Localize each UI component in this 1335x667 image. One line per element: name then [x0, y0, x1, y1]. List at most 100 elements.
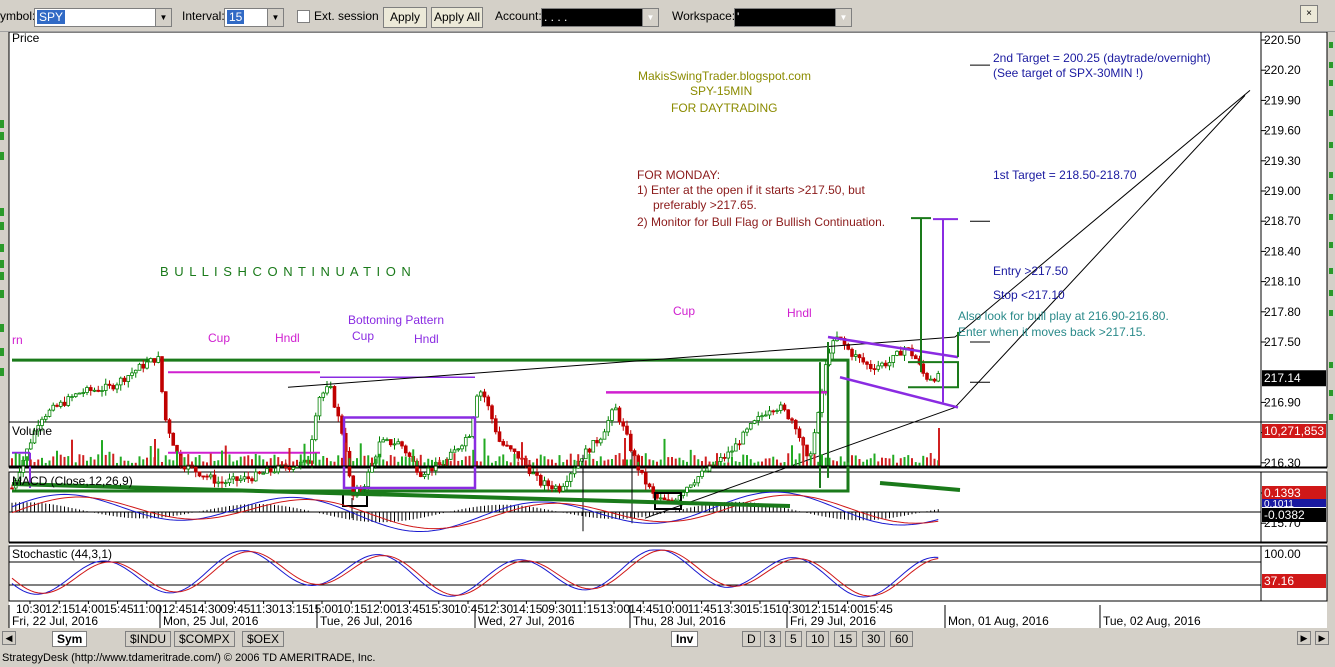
right-marker: [1329, 290, 1333, 296]
candle-body: [126, 375, 131, 382]
volume-panel-title: Volume: [12, 424, 52, 438]
tab-indu[interactable]: $INDU: [125, 631, 172, 647]
volume-bar: [573, 459, 576, 466]
scroll-right-icon[interactable]: ▶: [1297, 631, 1311, 645]
tab-sym[interactable]: Sym: [52, 631, 88, 647]
volume-bar: [704, 456, 707, 466]
volume-bar: [622, 459, 625, 466]
volume-bar: [461, 460, 463, 466]
volume-value-label: 10,271,853: [1264, 424, 1324, 438]
volume-bar: [22, 456, 25, 466]
apply-all-button[interactable]: Apply All: [431, 7, 483, 28]
handle1-label: Hndl: [275, 331, 300, 345]
account-select[interactable]: . . . . ▼: [541, 8, 659, 27]
right-scrollbar[interactable]: [1327, 32, 1335, 628]
chevron-down-icon[interactable]: ▼: [835, 9, 851, 26]
volume-bar: [74, 462, 77, 466]
volume-bar: [644, 453, 647, 466]
candle-body: [310, 439, 314, 464]
tab-30[interactable]: 30: [862, 631, 886, 647]
blog-text: MakisSwingTrader.blogspot.com: [638, 69, 811, 83]
candle-body: [10, 487, 14, 490]
candle-body: [430, 467, 434, 472]
volume-bar: [123, 460, 126, 466]
candle-body: [790, 418, 794, 421]
volume-bar: [37, 459, 40, 466]
tab-compx[interactable]: $COMPX: [174, 631, 235, 647]
tab-10[interactable]: 10: [806, 631, 830, 647]
candle-body: [891, 354, 896, 363]
tab-15[interactable]: 15: [834, 631, 858, 647]
candle-body: [516, 451, 521, 459]
interval-select[interactable]: 15 ▼: [224, 8, 284, 27]
tab-inv[interactable]: Inv: [671, 631, 699, 647]
tab-5[interactable]: 5: [785, 631, 802, 647]
volume-bar: [824, 457, 827, 466]
ext-session-checkbox[interactable]: [297, 10, 310, 23]
volume-bar: [464, 456, 467, 466]
time-tick-label: 13:15: [279, 602, 309, 616]
candle-body: [122, 377, 127, 382]
right-marker: [1329, 310, 1333, 316]
candle-body: [227, 478, 232, 484]
candle-body: [778, 404, 783, 411]
scroll-end-icon[interactable]: ▶: [1315, 631, 1329, 645]
chevron-down-icon[interactable]: ▼: [267, 9, 283, 26]
candle-body: [895, 350, 899, 356]
workspace-select[interactable]: ' ▼: [734, 8, 852, 27]
candle-body: [62, 401, 67, 406]
last-price-label: 217.14: [1264, 371, 1301, 385]
gutter-marker: [0, 272, 4, 280]
candle-body: [898, 350, 903, 356]
chart-svg[interactable]: 220.50 220.20 219.90 219.60 219.30 219.00 218.…: [0, 32, 1335, 628]
stoch-panel[interactable]: [8, 545, 1262, 602]
chevron-down-icon[interactable]: ▼: [642, 9, 658, 26]
candle-body: [242, 476, 247, 480]
account-label: Account:: [495, 9, 542, 23]
volume-bar: [56, 450, 58, 466]
chart-area[interactable]: 220.50 220.20 219.90 219.60 219.30 219.00 218.…: [0, 32, 1335, 628]
volume-bar: [888, 458, 891, 466]
candle-body: [201, 475, 206, 478]
volume-bar: [393, 456, 396, 466]
candle-body: [115, 384, 119, 390]
tab-oex[interactable]: $OEX: [242, 631, 285, 647]
candle-body: [538, 475, 543, 486]
volume-bar: [566, 459, 568, 466]
macd-panel[interactable]: [8, 471, 1262, 543]
candle-body: [396, 441, 401, 445]
volume-bar: [633, 454, 636, 466]
tab-d[interactable]: D: [742, 631, 761, 647]
chevron-down-icon[interactable]: ▼: [155, 9, 171, 26]
tab-3[interactable]: 3: [764, 631, 781, 647]
candle-body: [936, 373, 941, 382]
candle-body: [148, 358, 153, 363]
candle-body: [850, 348, 854, 357]
volume-bar: [558, 455, 561, 466]
volume-bar: [498, 456, 501, 466]
price-panel[interactable]: [8, 32, 1262, 423]
volume-bar: [663, 438, 666, 466]
candle-body: [565, 480, 569, 487]
candle-body: [831, 340, 836, 354]
blog-text: SPY-15MIN: [690, 84, 752, 98]
volume-bar: [618, 453, 621, 466]
candle-body: [321, 392, 326, 398]
volume-bar: [101, 440, 103, 466]
candle-body: [261, 472, 266, 475]
candle-body: [602, 431, 607, 440]
gutter-marker: [0, 348, 4, 356]
volume-bar: [479, 461, 482, 466]
apply-button[interactable]: Apply: [383, 7, 427, 28]
volume-bar: [476, 461, 478, 466]
second-target-note: (See target of SPX-30MIN !): [993, 66, 1143, 80]
tab-60[interactable]: 60: [890, 631, 914, 647]
candle-body: [366, 471, 371, 487]
candle-body: [253, 471, 258, 482]
close-icon[interactable]: ×: [1300, 5, 1318, 23]
candle-body: [88, 387, 93, 391]
symbol-input[interactable]: SPY ▼: [34, 8, 172, 27]
volume-bar: [877, 461, 880, 466]
scroll-left-icon[interactable]: ◀: [2, 631, 16, 645]
volume-bar: [11, 458, 13, 466]
